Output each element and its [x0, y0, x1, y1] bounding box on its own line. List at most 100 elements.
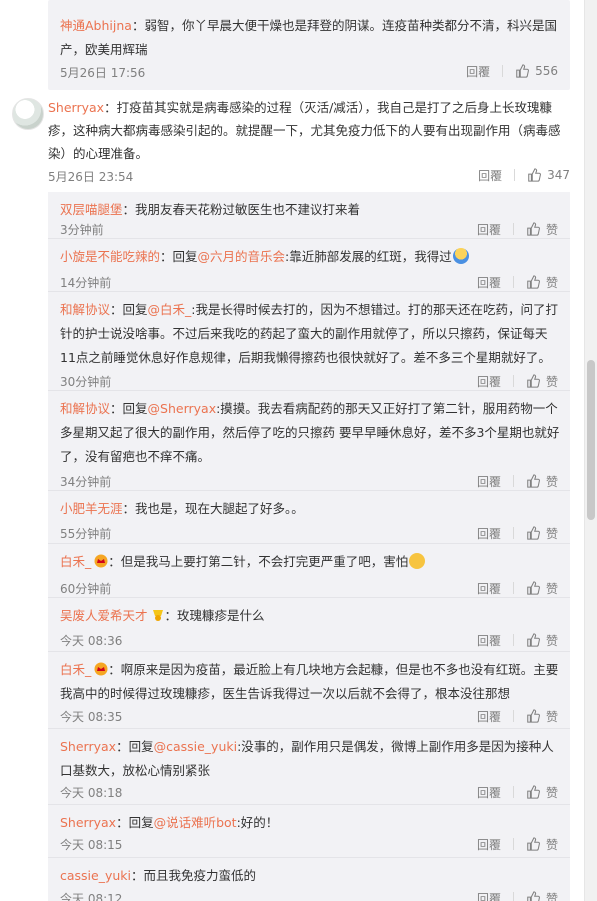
- like-button[interactable]: 赞: [526, 836, 558, 853]
- reply-button[interactable]: 回覆: [477, 784, 501, 801]
- comment-actions: 回覆 556: [466, 63, 558, 79]
- timestamp: 5月26日 23:54: [48, 170, 134, 184]
- username-link[interactable]: 白禾_: [60, 662, 91, 677]
- like-button[interactable]: 赞: [526, 708, 558, 725]
- reply-prefix: ：回复: [110, 401, 148, 416]
- mention-link[interactable]: @说话难听bot: [154, 815, 237, 830]
- timestamp: 14分钟前: [60, 276, 112, 290]
- username-link[interactable]: 小旋是不能吃辣的: [60, 249, 160, 264]
- like-count: 556: [535, 64, 558, 78]
- emoji-icon: [452, 248, 469, 264]
- reply-button[interactable]: 回覆: [477, 632, 501, 649]
- comment-text: 双层喵腿堡：我朋友春天花粉过敏医生也不建议打来着: [60, 198, 560, 222]
- comment-text: 吴废人爱希天才 ：玫瑰糠疹是什么: [60, 604, 560, 628]
- username-link[interactable]: 和解协议: [60, 401, 110, 416]
- username-link[interactable]: 和解协议: [60, 302, 110, 317]
- like-button[interactable]: 赞: [526, 525, 558, 542]
- medal-badge-icon: [151, 606, 165, 621]
- username-link[interactable]: Sherryax: [48, 100, 104, 115]
- reply-button[interactable]: 回覆: [478, 167, 502, 184]
- timestamp: 3分钟前: [60, 223, 104, 237]
- comment-text: 小肥羊无涯：我也是，现在大腿起了好多。。: [60, 497, 560, 521]
- comment-text: cassie_yuki：而且我免疫力蛮低的: [60, 864, 560, 888]
- timestamp: 今天 08:15: [60, 838, 123, 852]
- username-link[interactable]: 神通Abhijna: [60, 18, 132, 33]
- mention-link[interactable]: @Sherryax: [148, 401, 217, 416]
- comment-text: 神通Abhijna：弱智，你丫早晨大便干燥也是拜登的阴谋。连疫苗种类都分不清，科…: [60, 14, 565, 62]
- reply-item: 小旋是不能吃辣的：回复@六月的音乐会:靠近肺部发展的红斑，我得过 14分钟前 回…: [48, 239, 570, 292]
- username-link[interactable]: Sherryax: [60, 739, 116, 754]
- comment-text: 白禾_ ：啊原来是因为疫苗，最近脸上有几块地方会起糠，但是也不多也没有红斑。主要我…: [60, 658, 560, 706]
- comment-body: ：但是我马上要打第二针，不会打完更严重了吧，害怕: [108, 554, 409, 569]
- like-label: 赞: [545, 581, 558, 596]
- like-label: 赞: [545, 222, 558, 237]
- like-button[interactable]: 347: [527, 168, 570, 182]
- mention-link[interactable]: @白禾_: [148, 302, 192, 317]
- username-link[interactable]: cassie_yuki: [60, 868, 131, 883]
- reply-item: 白禾_ ：但是我马上要打第二针，不会打完更严重了吧，害怕 60分钟前 回覆 赞: [48, 544, 570, 598]
- comment-actions: 回覆 赞: [477, 632, 558, 648]
- reply-item: 白禾_ ：啊原来是因为疫苗，最近脸上有几块地方会起糠，但是也不多也没有红斑。主要我…: [48, 652, 570, 729]
- top-reply-card: 神通Abhijna：弱智，你丫早晨大便干燥也是拜登的阴谋。连疫苗种类都分不清，科…: [48, 0, 570, 90]
- username-link[interactable]: Sherryax: [60, 815, 116, 830]
- timestamp: 34分钟前: [60, 475, 112, 489]
- main-comment: Sherryax：打疫苗其实就是病毒感染的过程（灭活/减活），我自己是打了之后身…: [0, 90, 585, 188]
- comment-actions: 回覆 347: [478, 167, 570, 183]
- thumbs-up-icon: [528, 168, 542, 182]
- username-link[interactable]: 白禾_: [60, 554, 91, 569]
- vertical-scrollbar[interactable]: [584, 0, 597, 901]
- like-button[interactable]: 赞: [526, 890, 558, 901]
- comment-actions: 回覆 赞: [477, 274, 558, 290]
- comment-body: :好的！: [236, 815, 279, 830]
- thumbs-up-icon: [516, 64, 530, 78]
- timestamp: 30分钟前: [60, 375, 112, 389]
- reply-button[interactable]: 回覆: [477, 274, 501, 291]
- like-button[interactable]: 赞: [526, 221, 558, 238]
- like-button[interactable]: 赞: [526, 274, 558, 291]
- reply-button[interactable]: 回覆: [477, 373, 501, 390]
- action-divider: [512, 634, 514, 646]
- like-label: 赞: [545, 709, 558, 724]
- mention-link[interactable]: @六月的音乐会: [198, 249, 286, 264]
- like-button[interactable]: 赞: [526, 580, 558, 597]
- like-button[interactable]: 赞: [526, 473, 558, 490]
- reply-button[interactable]: 回覆: [477, 890, 501, 901]
- action-divider: [512, 375, 514, 387]
- mention-link[interactable]: @cassie_yuki: [154, 739, 238, 754]
- username-link[interactable]: 吴废人爱希天才: [60, 608, 148, 623]
- timestamp: 5月26日 17:56: [60, 66, 146, 80]
- reply-item: 和解协议：回复@Sherryax:摸摸。我去看病配药的那天又正好打了第二针，服用…: [48, 391, 570, 491]
- reply-button[interactable]: 回覆: [477, 708, 501, 725]
- comment-actions: 回覆 赞: [477, 525, 558, 541]
- thumbs-up-icon: [527, 526, 540, 540]
- like-button[interactable]: 556: [515, 64, 558, 78]
- reply-button[interactable]: 回覆: [466, 63, 490, 80]
- reply-prefix: ：回复: [116, 739, 154, 754]
- reply-button[interactable]: 回覆: [477, 525, 501, 542]
- reply-button[interactable]: 回覆: [477, 473, 501, 490]
- comment-actions: 回覆 赞: [477, 580, 558, 596]
- reply-item: cassie_yuki：而且我免疫力蛮低的 今天 08:12 回覆 赞: [48, 858, 570, 901]
- scrollbar-thumb[interactable]: [587, 360, 595, 520]
- thumbs-up-icon: [527, 374, 540, 388]
- crown-badge-icon: [94, 660, 108, 676]
- timestamp: 55分钟前: [60, 527, 112, 541]
- comment-actions: 回覆 赞: [477, 221, 558, 237]
- like-button[interactable]: 赞: [526, 373, 558, 390]
- reply-button[interactable]: 回覆: [477, 836, 501, 853]
- like-button[interactable]: 赞: [526, 784, 558, 801]
- reply-prefix: ：回复: [160, 249, 198, 264]
- comment-text: Sherryax：回复@说话难听bot:好的！: [60, 811, 560, 835]
- username-link[interactable]: 双层喵腿堡: [60, 202, 123, 217]
- like-label: 赞: [545, 526, 558, 541]
- action-divider: [512, 276, 514, 288]
- comment-text: 和解协议：回复@白禾_:我是长得时候去打的，因为不想错过。打的那天还在吃药，问了…: [60, 298, 560, 370]
- avatar[interactable]: [12, 98, 44, 130]
- action-divider: [512, 838, 514, 850]
- username-link[interactable]: 小肥羊无涯: [60, 501, 123, 516]
- action-divider: [502, 65, 504, 77]
- comment-body: ：玫瑰糠疹是什么: [164, 608, 265, 623]
- reply-button[interactable]: 回覆: [477, 221, 501, 238]
- reply-button[interactable]: 回覆: [477, 580, 501, 597]
- like-button[interactable]: 赞: [526, 632, 558, 649]
